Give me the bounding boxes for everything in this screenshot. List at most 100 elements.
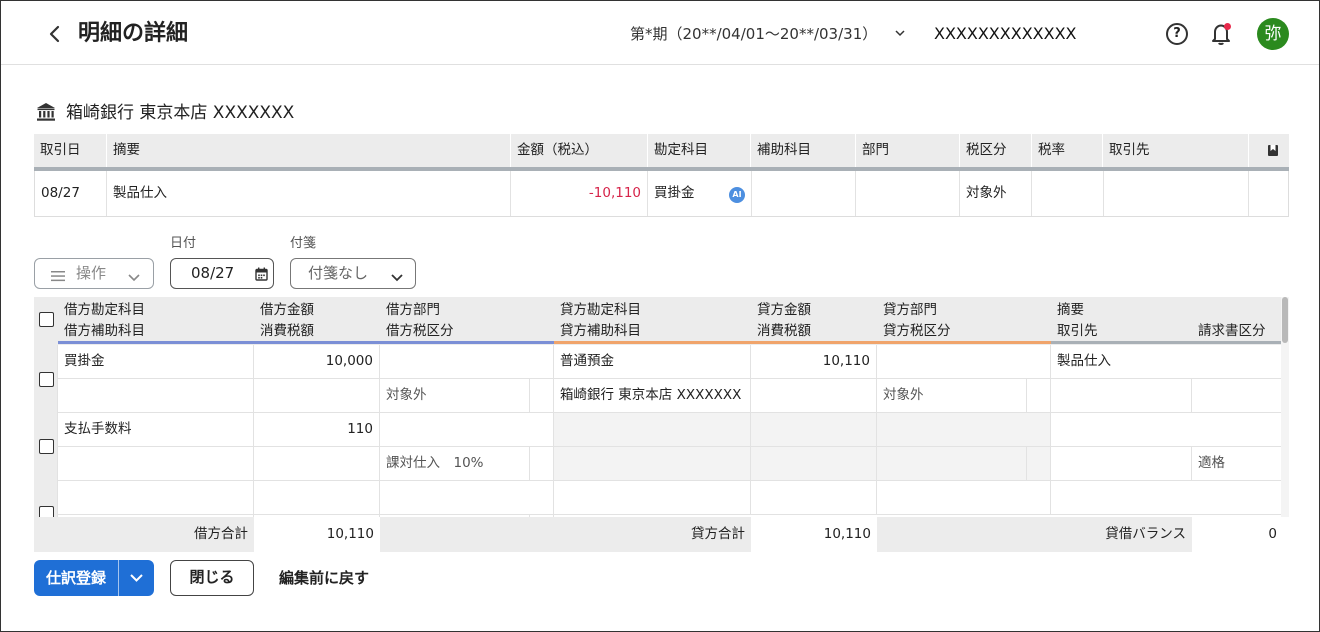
credit-tax-amount-cell[interactable]	[751, 379, 877, 413]
debit-tax-amount-cell[interactable]	[254, 379, 380, 413]
operation-menu-button[interactable]: 操作	[34, 258, 154, 289]
column-header: 借方勘定科目	[64, 302, 145, 318]
revert-edits-button[interactable]: 編集前に戻す	[279, 567, 369, 589]
credit-amount-cell[interactable]	[751, 481, 877, 515]
menu-icon	[51, 267, 65, 286]
calendar-icon[interactable]	[255, 266, 268, 285]
invoice-type-cell[interactable]: 適格	[1192, 447, 1281, 481]
bookmark-icon[interactable]	[1249, 134, 1289, 167]
period-selector[interactable]: 第*期（20**/04/01〜20**/03/31）	[630, 23, 877, 45]
chevron-left-icon[interactable]	[45, 21, 65, 47]
tag-label: 付箋	[290, 236, 317, 251]
column-header: 補助科目	[751, 134, 856, 167]
ai-badge-icon[interactable]: AI	[729, 187, 745, 203]
transaction-bookmark-cell	[1249, 171, 1289, 216]
balance-value: 0	[1192, 517, 1289, 552]
invoice-type-cell[interactable]	[1192, 379, 1281, 413]
debit-tax-extra-cell	[530, 447, 554, 481]
credit-tax-category-cell[interactable]	[877, 447, 1027, 481]
journal-entry-grid: 借方勘定科目 借方金額 借方部門 貸方勘定科目 貸方金額 貸方部門 摘要 借方補…	[34, 297, 1289, 552]
partner-cell[interactable]	[1051, 447, 1192, 481]
select-all-checkbox[interactable]	[39, 312, 54, 327]
debit-tax-amount-cell[interactable]	[254, 447, 380, 481]
debit-sub-account-cell[interactable]	[58, 447, 254, 481]
credit-sub-account-cell[interactable]	[554, 447, 751, 481]
column-header: 請求書区分	[1198, 323, 1266, 339]
close-button[interactable]: 閉じる	[170, 560, 254, 596]
debit-department-cell[interactable]	[380, 345, 554, 379]
memo-cell[interactable]	[1051, 413, 1281, 447]
row-checkbox[interactable]	[39, 506, 54, 517]
debit-sub-account-cell[interactable]	[58, 379, 254, 413]
column-header: 金額（税込）	[511, 134, 648, 167]
column-header: 消費税額	[757, 323, 811, 339]
app-header: 明細の詳細 第*期（20**/04/01〜20**/03/31） XXXXXXX…	[1, 1, 1319, 65]
tag-select[interactable]: 付箋なし	[290, 258, 416, 289]
credit-tax-category-cell[interactable]: 対象外	[877, 379, 1027, 413]
company-name[interactable]: XXXXXXXXXXXXX	[934, 23, 1077, 45]
credit-department-cell[interactable]	[877, 345, 1051, 379]
row-checkbox[interactable]	[39, 372, 54, 387]
memo-cell[interactable]: 製品仕入	[1051, 345, 1281, 379]
scrollbar-thumb[interactable]	[1282, 297, 1288, 343]
debit-accent-line	[58, 341, 554, 344]
page-title: 明細の詳細	[78, 21, 189, 46]
register-journal-button[interactable]: 仕訳登録	[34, 560, 118, 596]
column-header: 借方部門	[386, 302, 440, 318]
credit-department-cell[interactable]	[877, 481, 1051, 515]
debit-tax-category-cell[interactable]: 対象外	[380, 379, 530, 413]
notification-dot	[1224, 23, 1231, 30]
chevron-down-icon[interactable]	[119, 560, 154, 596]
avatar[interactable]: 弥	[1257, 18, 1289, 50]
column-header: 貸方金額	[757, 302, 811, 318]
debit-total-value: 10,110	[254, 517, 380, 552]
debit-department-cell[interactable]	[380, 413, 554, 447]
column-header: 借方税区分	[386, 323, 454, 339]
debit-account-cell[interactable]	[58, 481, 254, 515]
column-header: 貸方税区分	[883, 323, 951, 339]
register-journal-button-group: 仕訳登録	[34, 560, 154, 596]
credit-tax-amount-cell[interactable]	[751, 447, 877, 481]
credit-amount-cell[interactable]: 10,110	[751, 345, 877, 379]
column-header: 取引日	[34, 134, 107, 167]
column-header: 税率	[1032, 134, 1103, 167]
credit-accent-line	[554, 341, 1051, 344]
transaction-department	[856, 171, 960, 216]
transaction-row[interactable]: 08/27 製品仕入 -10,110 買掛金 対象外	[34, 171, 1289, 217]
chevron-down-icon[interactable]	[894, 23, 906, 53]
credit-account-cell[interactable]	[554, 481, 751, 515]
credit-account-cell[interactable]	[554, 413, 751, 447]
transaction-date: 08/27	[35, 171, 107, 216]
column-header: 借方金額	[260, 302, 314, 318]
debit-tax-category-cell[interactable]: 課対仕入 10%	[380, 447, 530, 481]
transaction-amount: -10,110	[511, 171, 648, 216]
date-input[interactable]: 08/27	[170, 258, 274, 289]
credit-amount-cell[interactable]	[751, 413, 877, 447]
journal-grid-header: 借方勘定科目 借方金額 借方部門 貸方勘定科目 貸方金額 貸方部門 摘要 借方補…	[34, 297, 1281, 345]
debit-amount-cell[interactable]	[254, 481, 380, 515]
column-header: 摘要	[1057, 302, 1084, 318]
journal-detail-window: 明細の詳細 第*期（20**/04/01〜20**/03/31） XXXXXXX…	[0, 0, 1320, 632]
credit-tax-extra-cell	[1027, 447, 1051, 481]
vertical-scrollbar[interactable]	[1281, 297, 1289, 517]
debit-amount-cell[interactable]: 10,000	[254, 345, 380, 379]
credit-sub-account-cell[interactable]: 箱崎銀行 東京本店 XXXXXXX	[554, 379, 751, 413]
memo-cell[interactable]	[1051, 481, 1281, 515]
credit-department-cell[interactable]	[877, 413, 1051, 447]
column-header: 貸方勘定科目	[560, 302, 641, 318]
row-checkbox[interactable]	[39, 439, 54, 454]
debit-department-cell[interactable]	[380, 481, 554, 515]
debit-account-cell[interactable]: 買掛金	[58, 345, 254, 379]
credit-account-cell[interactable]: 普通預金	[554, 345, 751, 379]
partner-cell[interactable]	[1051, 379, 1192, 413]
help-icon[interactable]: ?	[1166, 23, 1188, 45]
column-header: 部門	[856, 134, 960, 167]
debit-amount-cell[interactable]: 110	[254, 413, 380, 447]
column-header: 取引先	[1057, 323, 1098, 339]
tag-value: 付箋なし	[308, 264, 369, 282]
column-header: 勘定科目	[648, 134, 751, 167]
transaction-table-header: 取引日 摘要 金額（税込） 勘定科目 補助科目 部門 税区分 税率 取引先	[34, 134, 1289, 171]
credit-total-value: 10,110	[751, 517, 877, 552]
debit-account-cell[interactable]: 支払手数料	[58, 413, 254, 447]
chevron-down-icon	[127, 268, 141, 287]
